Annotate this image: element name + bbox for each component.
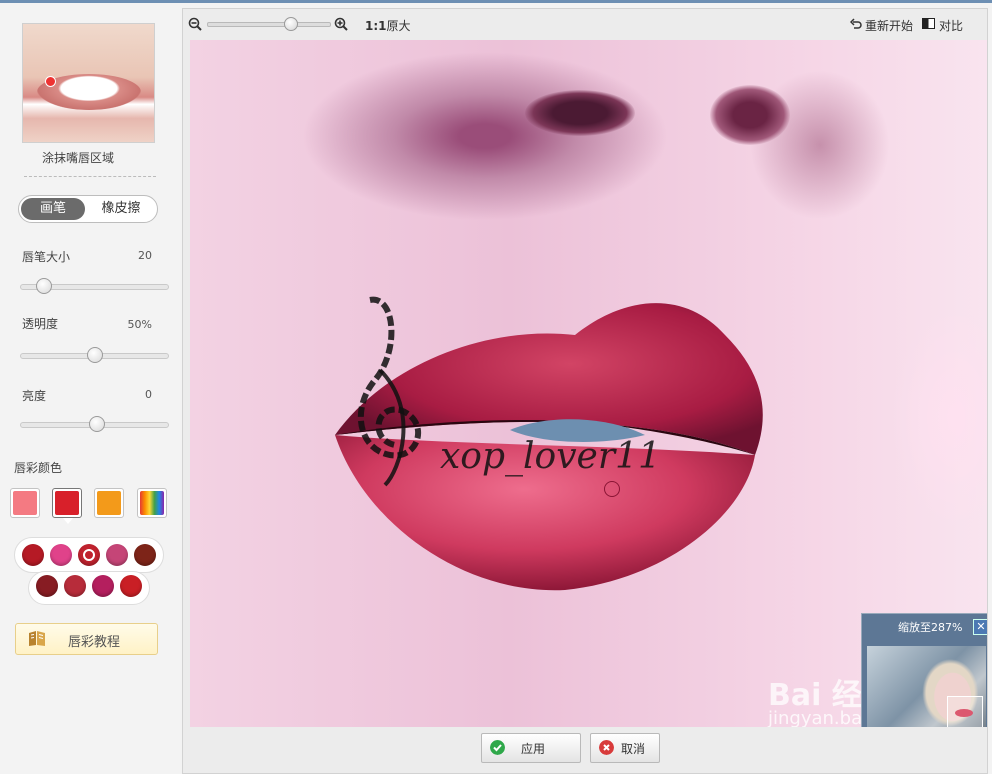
zoom-knob[interactable]	[284, 17, 298, 31]
compare-button[interactable]: 对比	[922, 17, 964, 34]
brush-tab[interactable]: 画笔	[21, 198, 85, 220]
lip-color-palette	[14, 537, 164, 609]
compare-icon	[922, 18, 935, 29]
cancel-button[interactable]: 取消	[590, 733, 660, 763]
brush-cursor	[604, 481, 620, 497]
zoom-slider[interactable]	[207, 17, 331, 31]
photo-canvas[interactable]: xop_lover11 Bai 经验 jingyan.baidu.com 缩放至…	[190, 40, 987, 727]
lip-color-swatch[interactable]	[36, 575, 58, 597]
brush-size-label: 唇笔大小	[22, 250, 71, 264]
close-icon	[599, 740, 614, 755]
tutorial-label: 唇彩教程	[68, 635, 121, 650]
brush-size-value: 20	[138, 249, 152, 262]
toolbar: 1:1原大 重新开始 对比	[183, 9, 987, 39]
brush-size-knob[interactable]	[35, 278, 52, 294]
signature-text: xop_lover11	[440, 436, 660, 477]
lip-color-label: 唇彩颜色	[14, 461, 63, 475]
color-tab-red[interactable]	[52, 488, 82, 524]
compare-label: 对比	[939, 19, 964, 33]
brush-size-slider[interactable]	[20, 278, 169, 294]
original-size-label: 原大	[386, 19, 411, 33]
preview-marker	[45, 76, 56, 87]
eraser-tab[interactable]: 橡皮擦	[89, 198, 153, 220]
lip-color-swatch[interactable]	[134, 544, 156, 566]
mode-toggle: 画笔 橡皮擦	[18, 195, 158, 223]
lip-color-swatch[interactable]	[22, 544, 44, 566]
preview-caption: 涂抹嘴唇区域	[42, 151, 115, 165]
navigator-thumbnail[interactable]	[867, 646, 986, 727]
lip-color-swatch[interactable]	[106, 544, 128, 566]
lip-color-swatch[interactable]	[64, 575, 86, 597]
apply-button[interactable]: 应用	[481, 733, 581, 763]
color-tab-pink[interactable]	[10, 488, 40, 518]
brightness-slider[interactable]	[20, 416, 169, 432]
lip-color-swatch[interactable]	[50, 544, 72, 566]
zoom-in-icon[interactable]	[334, 17, 348, 31]
undo-icon	[850, 18, 862, 29]
ratio-label: 1:1	[365, 19, 387, 33]
zoom-out-icon[interactable]	[188, 17, 202, 31]
opacity-knob[interactable]	[86, 347, 103, 363]
navigator-close-icon[interactable]: ✕	[973, 619, 987, 635]
apply-label: 应用	[521, 742, 546, 756]
brightness-label: 亮度	[22, 389, 47, 403]
navigator-viewport[interactable]	[947, 696, 983, 727]
cancel-label: 取消	[621, 742, 646, 756]
book-icon	[29, 631, 45, 646]
opacity-value: 50%	[127, 318, 152, 331]
lip-color-swatch[interactable]	[92, 575, 114, 597]
color-tab-rainbow[interactable]	[137, 488, 167, 518]
lip-area-preview	[22, 23, 155, 143]
nostril-left	[525, 90, 635, 136]
brightness-value: 0	[145, 388, 152, 401]
lip-tutorial-button[interactable]: 唇彩教程	[15, 623, 158, 655]
restart-label: 重新开始	[865, 19, 914, 33]
signature-watermark: xop_lover11	[357, 296, 660, 487]
restart-button[interactable]: 重新开始	[850, 17, 914, 34]
zoom-level-label: 缩放至287%	[898, 621, 963, 634]
left-panel: 涂抹嘴唇区域 画笔 橡皮擦 唇笔大小 20 透明度 50% 亮度 0 唇彩颜色 …	[0, 3, 180, 774]
lip-color-swatch[interactable]	[78, 544, 100, 566]
divider	[24, 176, 156, 177]
nostril-right	[710, 85, 790, 145]
brightness-knob[interactable]	[89, 416, 106, 432]
original-size-button[interactable]: 1:1原大	[365, 17, 411, 34]
editor-area: 1:1原大 重新开始 对比 xop_lover11 Bai 经验 jingyan…	[182, 8, 988, 774]
check-icon	[490, 740, 505, 755]
color-tab-orange[interactable]	[94, 488, 124, 518]
opacity-slider[interactable]	[20, 347, 169, 363]
opacity-label: 透明度	[22, 317, 59, 331]
lip-color-swatch[interactable]	[120, 575, 142, 597]
navigator-panel: 缩放至287% ✕	[861, 613, 987, 727]
